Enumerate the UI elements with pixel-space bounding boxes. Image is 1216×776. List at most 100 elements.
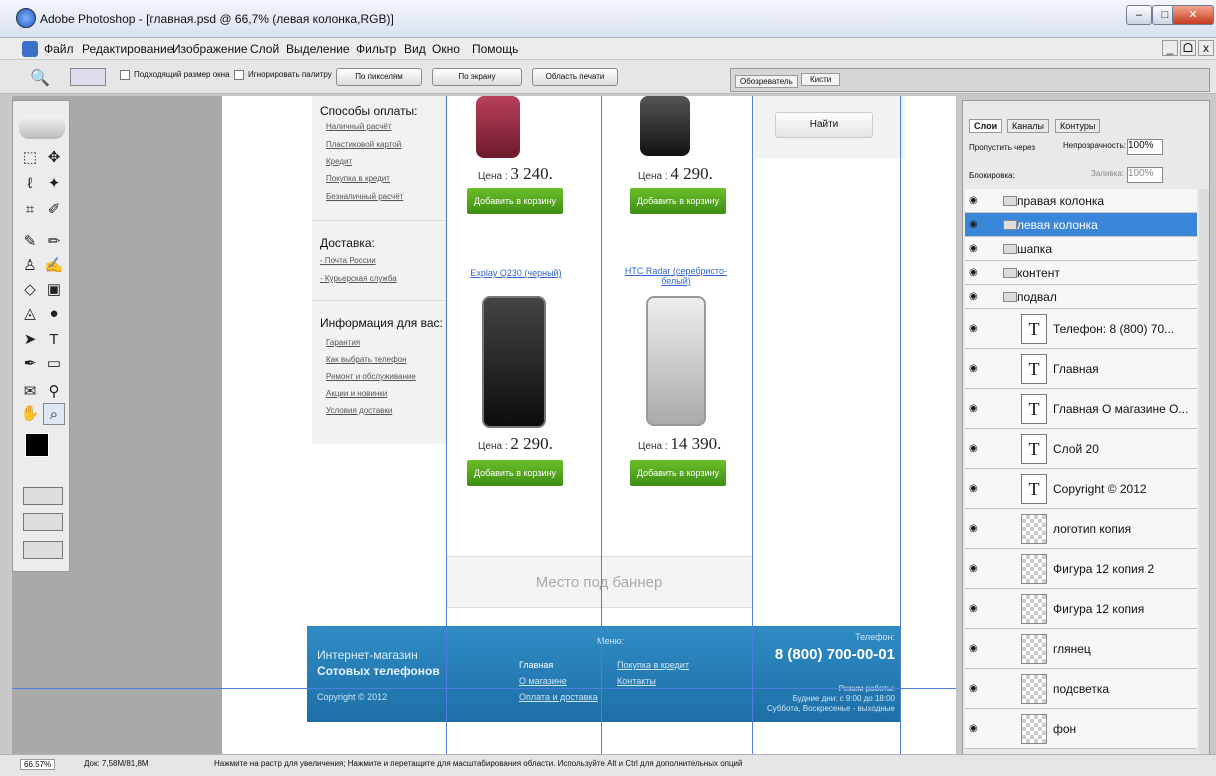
product-image[interactable]: [640, 96, 690, 156]
add-to-cart-button[interactable]: Добавить в корзину: [630, 188, 726, 214]
add-to-cart-button[interactable]: Добавить в корзину: [630, 460, 726, 486]
layer-row[interactable]: ◉ правая колонка: [965, 189, 1197, 213]
by-pixels-button[interactable]: По пикселям: [336, 68, 422, 86]
footer-menu-link[interactable]: Оплата и доставка: [519, 692, 598, 702]
menu-select[interactable]: Выделение: [286, 42, 350, 56]
eye-icon[interactable]: ◉: [969, 403, 978, 414]
eye-icon[interactable]: ◉: [969, 563, 978, 574]
layer-row[interactable]: ◉ T Главная О магазине О...: [965, 389, 1197, 429]
product-image[interactable]: [482, 296, 546, 428]
notes-tool-icon[interactable]: ✉: [19, 381, 41, 403]
fill-input[interactable]: 100%: [1127, 167, 1163, 183]
tab-brushes[interactable]: Кисти: [801, 73, 841, 86]
info-link[interactable]: Ремонт и обслуживание: [326, 372, 416, 381]
info-link[interactable]: Как выбрать телефон: [326, 355, 407, 364]
zoom-level[interactable]: 66.57%: [20, 759, 56, 770]
close-button[interactable]: ✕: [1172, 5, 1214, 25]
layer-row[interactable]: ◉ глянец: [965, 629, 1197, 669]
tab-channels[interactable]: Каналы: [1007, 119, 1049, 133]
app-menu-icon[interactable]: [22, 41, 38, 57]
print-area-button[interactable]: Область печати: [532, 68, 618, 86]
tab-paths[interactable]: Контуры: [1055, 119, 1101, 133]
payment-link[interactable]: Покупка в кредит: [326, 174, 390, 183]
brush-tool-icon[interactable]: ✏: [43, 231, 65, 253]
delivery-link[interactable]: - Курьерская служба: [320, 274, 397, 283]
eraser-tool-icon[interactable]: ◇: [19, 279, 41, 301]
menu-filter[interactable]: Фильтр: [356, 42, 396, 56]
stamp-tool-icon[interactable]: ♙: [19, 255, 41, 277]
blend-mode-select[interactable]: Пропустить через: [969, 143, 1035, 152]
add-to-cart-button[interactable]: Добавить в корзину: [467, 460, 563, 486]
type-tool-icon[interactable]: T: [43, 329, 65, 351]
footer-menu-link[interactable]: Покупка в кредит: [617, 660, 689, 670]
screen-mode-icon[interactable]: [23, 513, 63, 531]
product-name[interactable]: HTC Radar (серебристо-белый): [616, 266, 736, 286]
layer-row[interactable]: ◉ Фигура 12 копия 2: [965, 549, 1197, 589]
delivery-link[interactable]: - Почта России: [320, 256, 376, 265]
doc-size[interactable]: Док: 7,58M/81,8M: [84, 759, 149, 768]
zoom-in-out-icon[interactable]: [70, 68, 106, 86]
marquee-tool-icon[interactable]: ⬚: [19, 147, 41, 169]
info-link[interactable]: Гарантия: [326, 338, 360, 347]
path-select-icon[interactable]: ➤: [19, 329, 41, 351]
jump-to-imageready-icon[interactable]: [23, 541, 63, 559]
eye-icon[interactable]: ◉: [969, 443, 978, 454]
product-image[interactable]: [476, 96, 520, 158]
healing-tool-icon[interactable]: ✎: [19, 231, 41, 253]
photoshop-eye-icon[interactable]: [19, 115, 65, 139]
layer-row[interactable]: ◉ подсветка: [965, 669, 1197, 709]
quick-mask-icon[interactable]: [23, 487, 63, 505]
minimize-button[interactable]: –: [1126, 5, 1152, 25]
eyedropper-icon[interactable]: ⚲: [43, 381, 65, 403]
pen-tool-icon[interactable]: ✒: [19, 353, 41, 375]
hand-tool-icon[interactable]: ✋: [19, 403, 41, 425]
eye-icon[interactable]: ◉: [969, 243, 978, 254]
doc-minimize-button[interactable]: _: [1162, 40, 1178, 56]
layer-row[interactable]: ◉ T Слой 20: [965, 429, 1197, 469]
gradient-tool-icon[interactable]: ▣: [43, 279, 65, 301]
history-brush-icon[interactable]: ✍: [43, 255, 65, 277]
info-link[interactable]: Условия доставки: [326, 406, 392, 415]
menu-layer[interactable]: Слой: [250, 42, 279, 56]
menu-edit[interactable]: Редактирование: [82, 42, 173, 56]
layer-row[interactable]: ◉ левая колонка: [965, 213, 1197, 237]
dodge-tool-icon[interactable]: ●: [43, 303, 65, 325]
footer-menu-link[interactable]: Контакты: [617, 676, 656, 686]
menu-help[interactable]: Помощь: [472, 42, 518, 56]
magic-wand-icon[interactable]: ✦: [43, 173, 65, 195]
tab-browser[interactable]: Обозреватель: [735, 75, 798, 88]
eye-icon[interactable]: ◉: [969, 267, 978, 278]
by-screen-button[interactable]: По экрану: [432, 68, 522, 86]
eye-icon[interactable]: ◉: [969, 195, 978, 206]
crop-tool-icon[interactable]: ⌗: [19, 199, 41, 221]
menu-image[interactable]: Изображение: [172, 42, 248, 56]
eye-icon[interactable]: ◉: [969, 683, 978, 694]
eye-icon[interactable]: ◉: [969, 603, 978, 614]
zoom-tool-icon[interactable]: ⌕: [43, 403, 65, 425]
foreground-color-swatch[interactable]: [25, 433, 49, 457]
layer-row[interactable]: ◉ Фигура 12 копия: [965, 589, 1197, 629]
find-button[interactable]: Найти: [775, 112, 873, 138]
eye-icon[interactable]: ◉: [969, 219, 978, 230]
menu-window[interactable]: Окно: [432, 42, 460, 56]
blur-tool-icon[interactable]: ◬: [19, 303, 41, 325]
eye-icon[interactable]: ◉: [969, 723, 978, 734]
zoom-tool-icon[interactable]: 🔍: [30, 68, 50, 88]
move-tool-icon[interactable]: ✥: [43, 147, 65, 169]
layer-row[interactable]: ◉ фон: [965, 709, 1197, 749]
eye-icon[interactable]: ◉: [969, 643, 978, 654]
eye-icon[interactable]: ◉: [969, 323, 978, 334]
menu-view[interactable]: Вид: [404, 42, 426, 56]
slice-tool-icon[interactable]: ✐: [43, 199, 65, 221]
tab-layers[interactable]: Слои: [969, 119, 1003, 133]
layer-row[interactable]: ◉ T Copyright © 2012: [965, 469, 1197, 509]
info-link[interactable]: Акции и новинки: [326, 389, 387, 398]
doc-restore-button[interactable]: ᗝ: [1180, 40, 1196, 56]
eye-icon[interactable]: ◉: [969, 523, 978, 534]
add-to-cart-button[interactable]: Добавить в корзину: [467, 188, 563, 214]
opacity-input[interactable]: 100%: [1127, 139, 1163, 155]
payment-link[interactable]: Наличный расчёт: [326, 122, 391, 131]
layer-row[interactable]: ◉ контент: [965, 261, 1197, 285]
footer-menu-link[interactable]: Главная: [519, 660, 553, 670]
footer-menu-link[interactable]: О магазине: [519, 676, 567, 686]
